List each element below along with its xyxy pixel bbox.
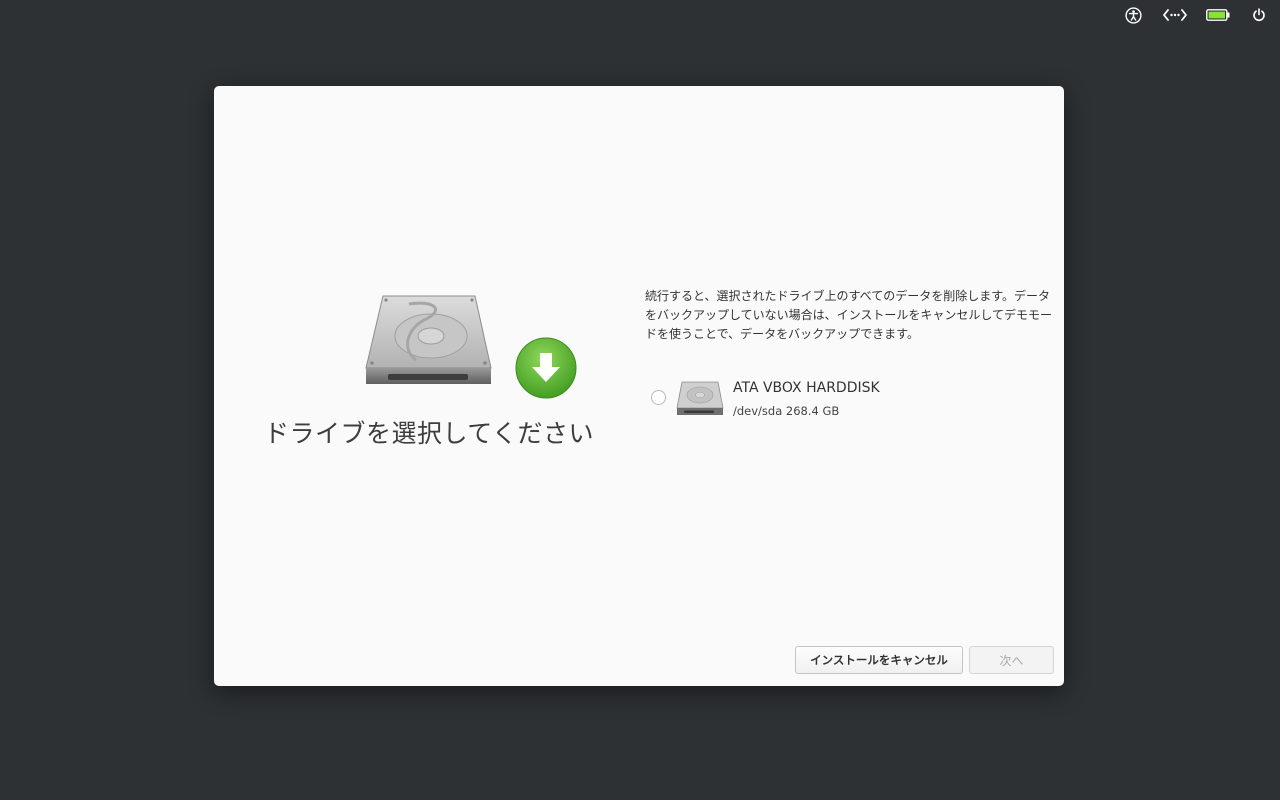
accessibility-icon[interactable] — [1124, 6, 1142, 24]
drive-name: ATA VBOX HARDDISK — [733, 380, 880, 396]
drive-option[interactable]: ATA VBOX HARDDISK /dev/sda 268.4 GB — [650, 376, 1050, 420]
power-icon[interactable] — [1250, 6, 1268, 24]
network-icon[interactable] — [1163, 6, 1187, 24]
top-panel — [0, 0, 1280, 30]
drive-info: /dev/sda 268.4 GB — [733, 404, 840, 418]
warning-description: 続行すると、選択されたドライブ上のすべてのデータを削除します。データをバックアッ… — [645, 289, 1053, 341]
harddisk-icon — [676, 380, 724, 420]
drive-radio-button[interactable] — [651, 390, 666, 405]
installer-window: ドライブを選択してください 続行すると、選択されたドライブ上のすべてのデータを削… — [214, 86, 1064, 686]
left-pane: ドライブを選択してください — [214, 86, 644, 686]
page-title: ドライブを選択してください — [263, 419, 594, 448]
cancel-install-button[interactable]: インストールをキャンセル — [795, 646, 963, 674]
next-button[interactable]: 次へ — [969, 646, 1054, 674]
drive-download-icon — [364, 290, 578, 402]
battery-icon[interactable] — [1205, 6, 1231, 24]
